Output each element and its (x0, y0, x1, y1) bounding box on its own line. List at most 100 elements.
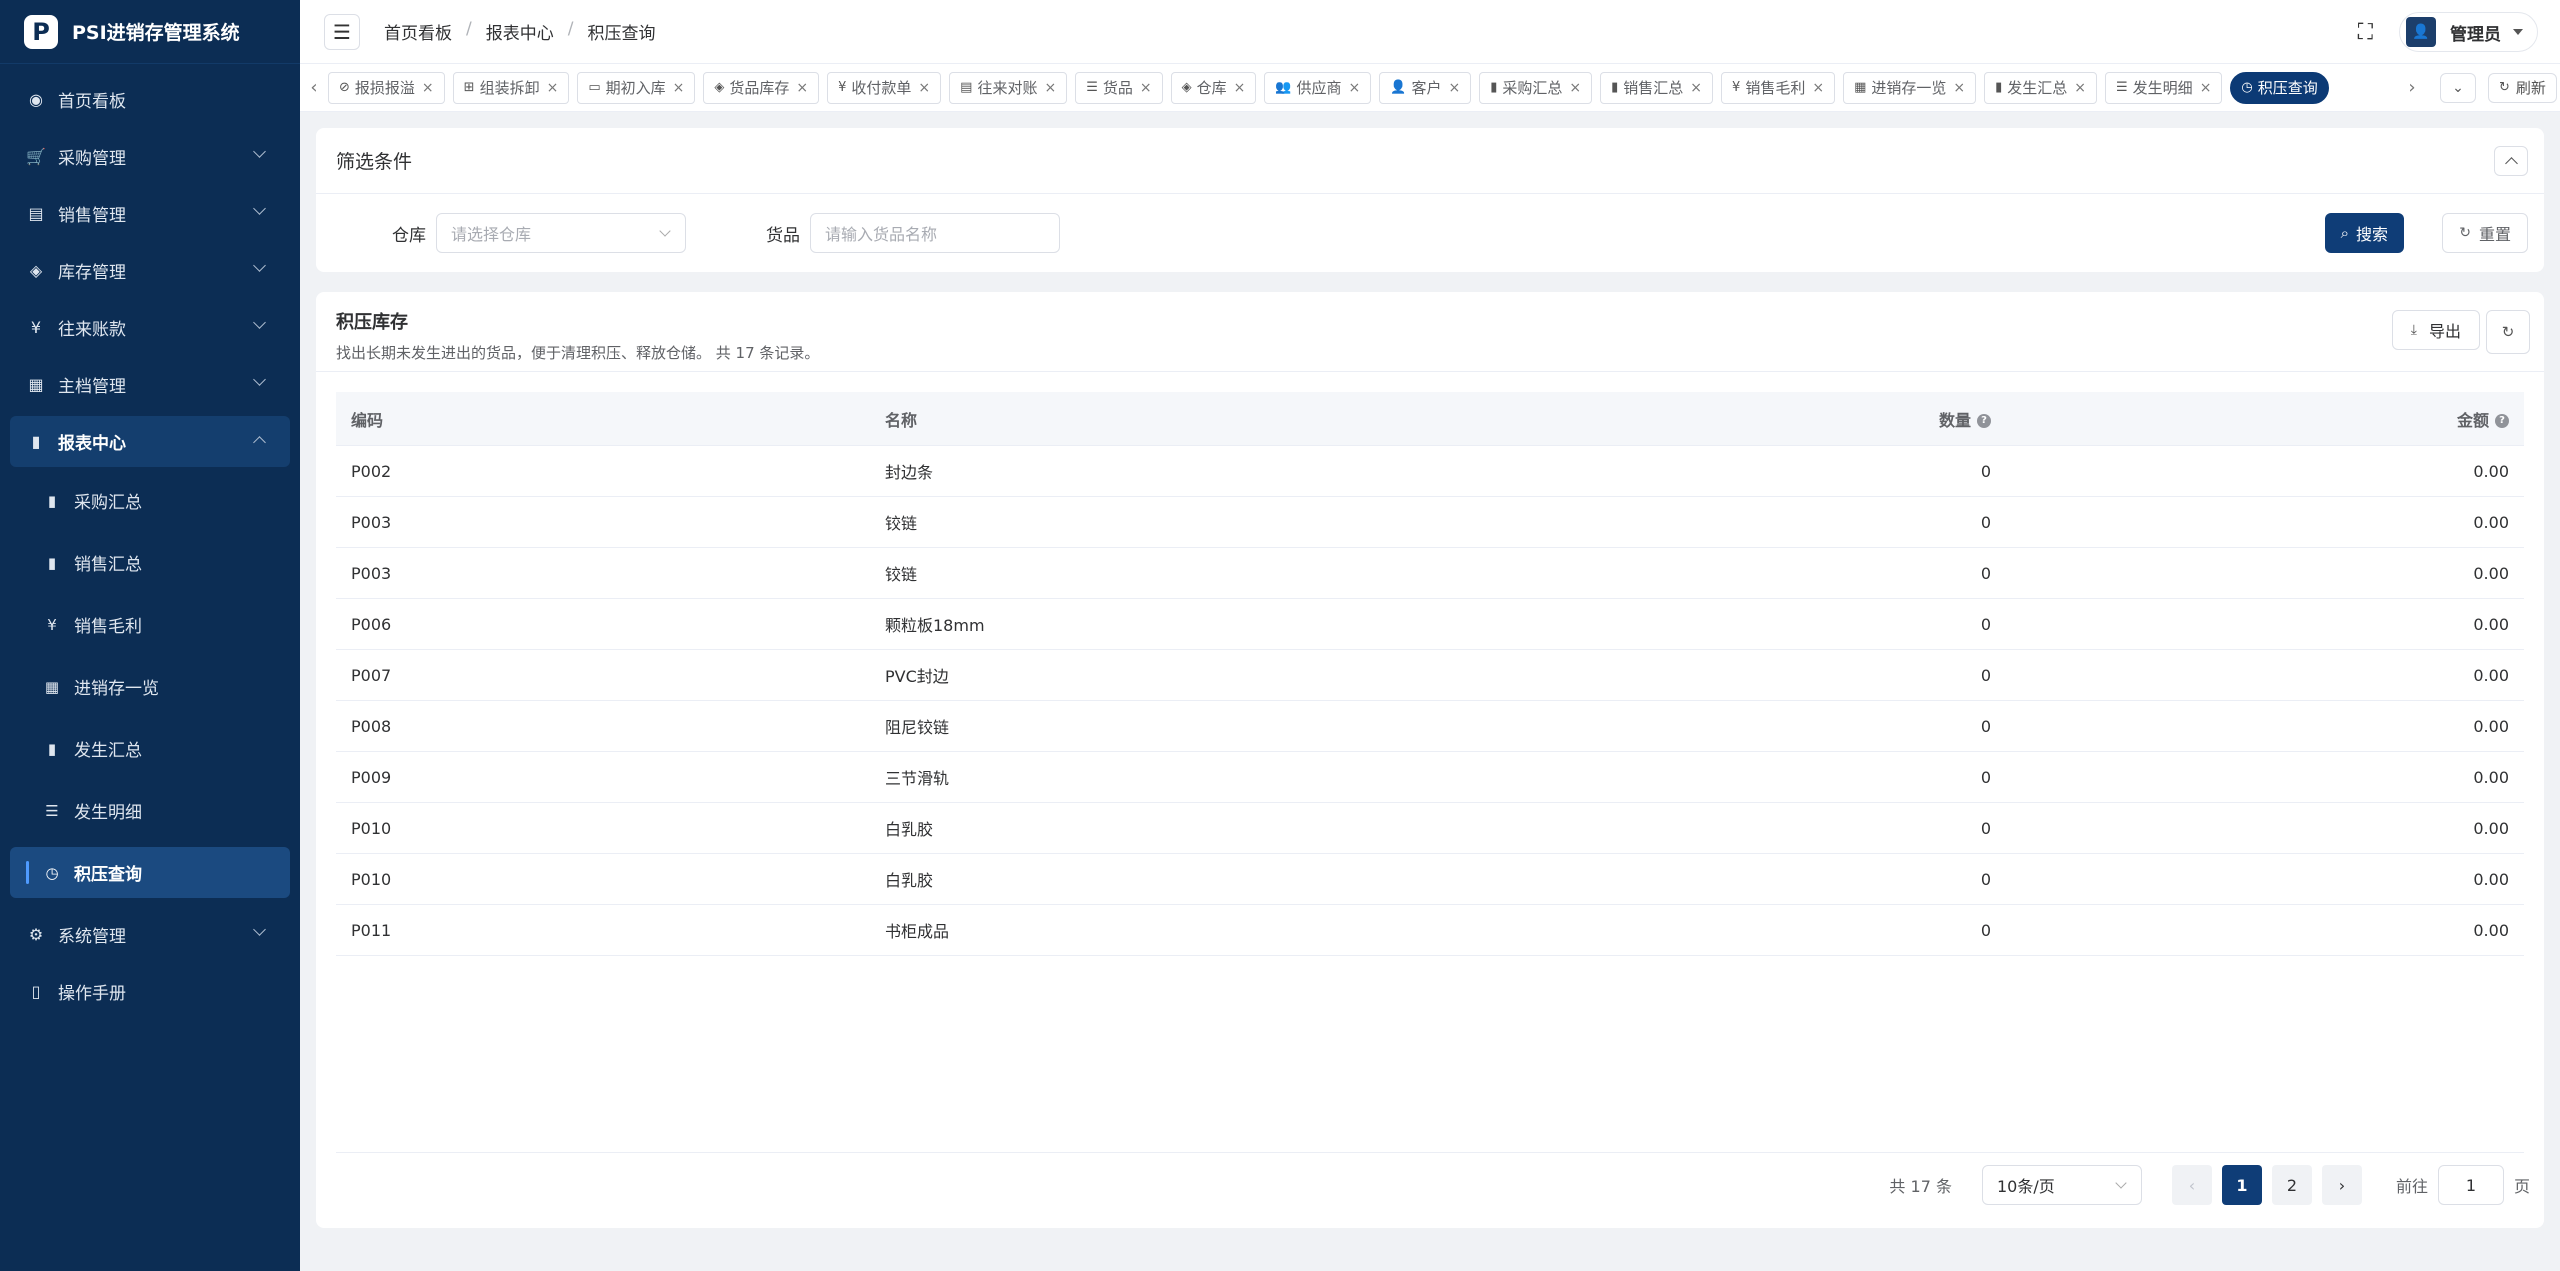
tab-10[interactable]: ▮ 采购汇总 × (1479, 71, 1593, 104)
export-button[interactable]: ⤓ 导出 (2391, 310, 2480, 350)
app-logo[interactable]: P PSI进销存管理系统 (0, 0, 300, 64)
breadcrumb-item-home[interactable]: 首页看板 (384, 19, 452, 44)
tabs-refresh-button[interactable]: ↻ 刷新 (2488, 72, 2557, 103)
close-icon[interactable]: × (1140, 80, 1152, 96)
tab-1[interactable]: ⊞ 组装拆卸 × (452, 71, 570, 104)
close-icon[interactable]: × (1812, 80, 1824, 96)
goods-input[interactable]: 请输入货品名称 (810, 213, 1060, 253)
tab-11[interactable]: ▮ 销售汇总 × (1600, 71, 1714, 104)
table-row[interactable]: P008 阻尼铰链 0 0.00 (336, 701, 2524, 752)
results-card: 积压库存 找出长期未发生进出的货品，便于清理积压、释放仓储。 共 17 条记录。… (316, 292, 2544, 1228)
database-icon: ▦ (28, 375, 44, 394)
tab-5[interactable]: ▤ 往来对账 × (949, 71, 1068, 104)
cell-name: 颗粒板18mm (885, 616, 985, 635)
tab-7[interactable]: ◈ 仓库 × (1170, 71, 1257, 104)
tab-6[interactable]: ☰ 货品 × (1075, 71, 1163, 104)
page-button-2[interactable]: 2 (2271, 1165, 2312, 1205)
warehouse-select[interactable]: 请选择仓库 (436, 213, 686, 253)
tab-16[interactable]: ◷ 积压查询 (2230, 71, 2329, 104)
tabs-scroll-right-button[interactable]: › (2398, 73, 2426, 103)
page-button-1[interactable]: 1 (2221, 1165, 2262, 1205)
table-row[interactable]: P002 封边条 0 0.00 (336, 446, 2524, 497)
column-header-name[interactable]: 名称 (885, 407, 1845, 431)
fullscreen-icon[interactable]: ⛶ (2358, 20, 2373, 45)
close-icon[interactable]: × (796, 80, 808, 96)
prev-page-button[interactable]: ‹ (2171, 1165, 2212, 1205)
close-icon[interactable]: × (1569, 80, 1581, 96)
sidebar-subitem-0[interactable]: ▮ 采购汇总 (10, 475, 290, 526)
qty-header-label: 数量 (1938, 410, 1971, 430)
tab-icon: ¥ (838, 80, 847, 95)
tabs-scroll-left-button[interactable]: ‹ (300, 73, 328, 103)
table-row[interactable]: P007 PVC封边 0 0.00 (336, 650, 2524, 701)
sidebar-bottom-item-0[interactable]: ⚙ 系统管理 (10, 909, 290, 960)
tabs-dropdown-button[interactable]: ⌄ (2440, 72, 2476, 103)
collapse-filter-button[interactable] (2494, 146, 2528, 176)
close-icon[interactable]: × (1349, 80, 1361, 96)
tab-13[interactable]: ▦ 进销存一览 × (1843, 71, 1977, 104)
sidebar-bottom-item-1[interactable]: ▯ 操作手册 (10, 966, 290, 1017)
close-icon[interactable]: × (1044, 80, 1056, 96)
sidebar-subitem-3[interactable]: ▦ 进销存一览 (10, 661, 290, 712)
sidebar-subitem-4[interactable]: ▮ 发生汇总 (10, 723, 290, 774)
goto-page-input[interactable]: 1 (2437, 1165, 2504, 1205)
sidebar-subitem-2[interactable]: ¥ 销售毛利 (10, 599, 290, 650)
tab-4[interactable]: ¥ 收付款单 × (827, 71, 942, 104)
table-row[interactable]: P011 书柜成品 0 0.00 (336, 905, 2524, 956)
sidebar-item-3[interactable]: ◈ 库存管理 (10, 245, 290, 296)
close-icon[interactable]: × (918, 80, 930, 96)
close-icon[interactable]: × (2200, 80, 2212, 96)
close-icon[interactable]: × (1690, 80, 1702, 96)
column-header-qty[interactable]: 数量? (1845, 407, 2007, 431)
tab-9[interactable]: 👤 客户 × (1379, 71, 1472, 104)
tab-2[interactable]: ▭ 期初入库 × (577, 71, 696, 104)
sidebar-item-5[interactable]: ▦ 主档管理 (10, 359, 290, 410)
close-icon[interactable]: × (547, 80, 559, 96)
sidebar-item-6[interactable]: ▮ 报表中心 (10, 416, 290, 467)
tab-label: 销售汇总 (1623, 79, 1684, 97)
tab-8[interactable]: 👥 供应商 × (1264, 71, 1372, 104)
tab-label: 发生汇总 (2007, 79, 2068, 97)
hamburger-icon: ☰ (333, 19, 351, 44)
table-row[interactable]: P009 三节滑轨 0 0.00 (336, 752, 2524, 803)
help-icon[interactable]: ? (2495, 414, 2509, 428)
table-row[interactable]: P003 铰链 0 0.00 (336, 548, 2524, 599)
close-icon[interactable]: × (1234, 80, 1246, 96)
close-icon[interactable]: × (422, 80, 434, 96)
tab-15[interactable]: ☰ 发生明细 × (2105, 71, 2223, 104)
close-icon[interactable]: × (2074, 80, 2086, 96)
tab-12[interactable]: ¥ 销售毛利 × (1721, 71, 1836, 104)
sidebar-item-0[interactable]: ◉ 首页看板 (10, 74, 290, 125)
table-row[interactable]: P003 铰链 0 0.00 (336, 497, 2524, 548)
close-icon[interactable]: × (673, 80, 685, 96)
close-icon[interactable]: × (1448, 80, 1460, 96)
user-menu[interactable]: 👤 管理员 (2399, 12, 2538, 52)
sidebar-subitem-1[interactable]: ▮ 销售汇总 (10, 537, 290, 588)
sidebar-subitem-6[interactable]: ◷ 积压查询 (10, 847, 290, 898)
table-row[interactable]: P010 白乳胶 0 0.00 (336, 854, 2524, 905)
tab-icon: ☰ (2116, 80, 2128, 95)
sidebar-item-1[interactable]: 🛒 采购管理 (10, 131, 290, 182)
sidebar-item-4[interactable]: ¥ 往来账款 (10, 302, 290, 353)
table-row[interactable]: P006 颗粒板18mm 0 0.00 (336, 599, 2524, 650)
close-icon[interactable]: × (1953, 80, 1965, 96)
reload-button[interactable]: ↻ (2486, 310, 2530, 354)
tab-icon: 👥 (1275, 80, 1292, 95)
column-header-amount[interactable]: 金额? (2007, 407, 2524, 431)
sidebar-item-2[interactable]: ▤ 销售管理 (10, 188, 290, 239)
search-button[interactable]: ⌕ 搜索 (2324, 213, 2404, 253)
reset-button[interactable]: ↻ 重置 (2442, 213, 2528, 253)
tab-14[interactable]: ▮ 发生汇总 × (1984, 71, 2098, 104)
menu-toggle-button[interactable]: ☰ (324, 13, 360, 50)
help-icon[interactable]: ? (1977, 414, 1991, 428)
tab-icon: ▦ (1854, 80, 1867, 95)
tab-3[interactable]: ◈ 货品库存 × (703, 71, 820, 104)
tab-0[interactable]: ⊘ 报损报溢 × (328, 71, 445, 104)
page-size-select[interactable]: 10条/页 (1981, 1165, 2142, 1205)
user-name: 管理员 (2450, 24, 2501, 45)
sidebar-subitem-5[interactable]: ☰ 发生明细 (10, 785, 290, 836)
table-row[interactable]: P010 白乳胶 0 0.00 (336, 803, 2524, 854)
column-header-code[interactable]: 编码 (336, 407, 885, 431)
breadcrumb-item-reports[interactable]: 报表中心 (486, 19, 554, 44)
next-page-button[interactable]: › (2321, 1165, 2362, 1205)
